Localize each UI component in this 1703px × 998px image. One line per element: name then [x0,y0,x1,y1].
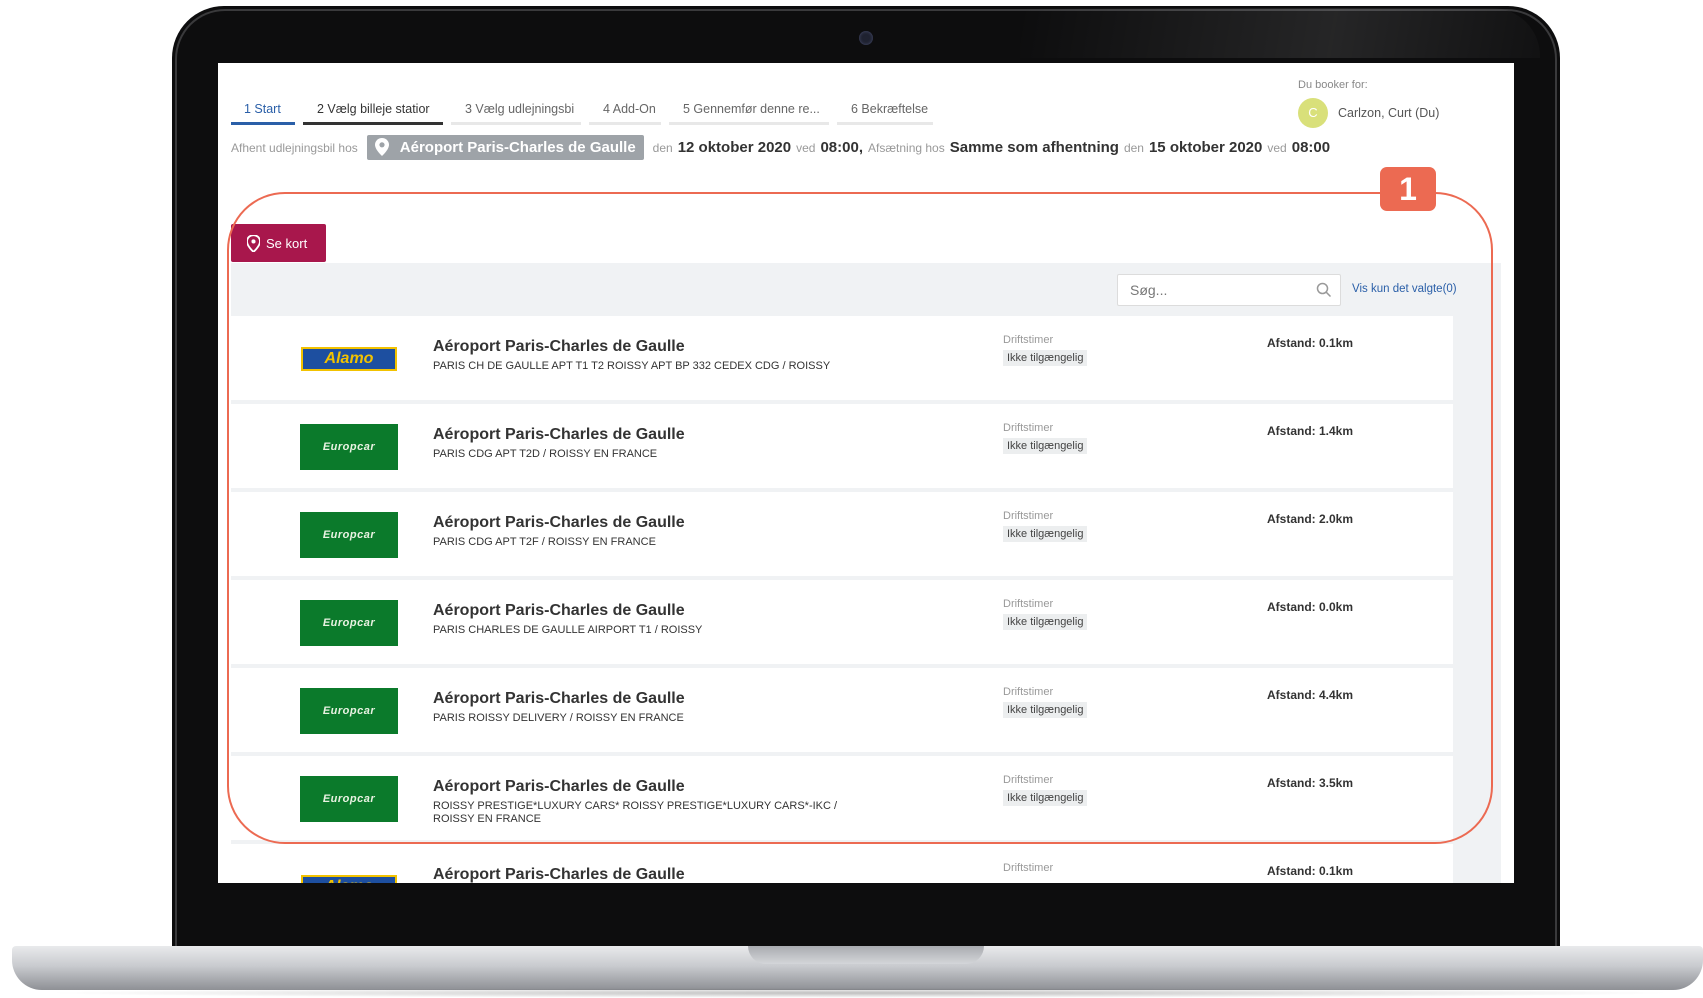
booker-label: Du booker for: [1298,79,1368,91]
map-pin-icon [374,138,389,156]
laptop-notch [748,946,984,964]
alamo-logo: Alamo [300,864,398,883]
tab-choose-station[interactable]: 2 Vælg billeje statior [303,99,443,125]
den-label: den [1123,140,1144,155]
dropoff-prefix: Afsætning hos [868,140,945,155]
dropoff-date: 15 oktober 2020 [1148,139,1263,156]
tab-choose-car[interactable]: 3 Vælg udlejningsbi [451,99,581,125]
pickup-prefix: Afhent udlejningsbil hos [231,140,358,155]
avatar: C [1298,98,1328,128]
lid-glare [1020,8,1540,58]
booker-name[interactable]: Carlzon, Curt (Du) [1338,106,1439,120]
product-shot: 1 Start 2 Vælg billeje statior 3 Vælg ud… [0,0,1703,998]
tab-complete-booking[interactable]: 5 Gennemfør denne re... [669,99,829,125]
tab-add-on[interactable]: 4 Add-On [589,99,661,125]
distance: Afstand: 0.1km [1267,864,1354,878]
hours-label: Driftstimer [1003,862,1054,874]
callout-number-badge: 1 [1380,167,1436,211]
pickup-location-pill[interactable]: Aéroport Paris-Charles de Gaulle [366,135,644,160]
booking-summary: Afhent udlejningsbil hos Aéroport Paris-… [231,135,1330,160]
den-label: den [652,140,673,155]
ved-label: ved [1267,140,1287,155]
tab-confirmation[interactable]: 6 Bekræftelse [837,99,933,125]
pickup-location: Aéroport Paris-Charles de Gaulle [399,138,636,156]
station-title: Aéroport Paris-Charles de Gaulle [433,866,685,883]
callout-outline [227,192,1493,844]
booker-info: Du booker for: C Carlzon, Curt (Du) [1298,79,1508,128]
pickup-time: 08:00, [820,139,864,156]
ved-label: ved [796,140,816,155]
tab-start[interactable]: 1 Start [231,99,295,125]
webcam-icon [859,31,873,45]
booking-steps: 1 Start 2 Vælg billeje statior 3 Vælg ud… [231,99,941,125]
laptop-shadow [40,988,1680,998]
pickup-date: 12 oktober 2020 [677,139,792,156]
dropoff-time: 08:00 [1291,139,1331,156]
dropoff-location: Samme som afhentning [949,139,1119,156]
station-row[interactable]: Alamo Aéroport Paris-Charles de Gaulle D… [231,844,1453,883]
